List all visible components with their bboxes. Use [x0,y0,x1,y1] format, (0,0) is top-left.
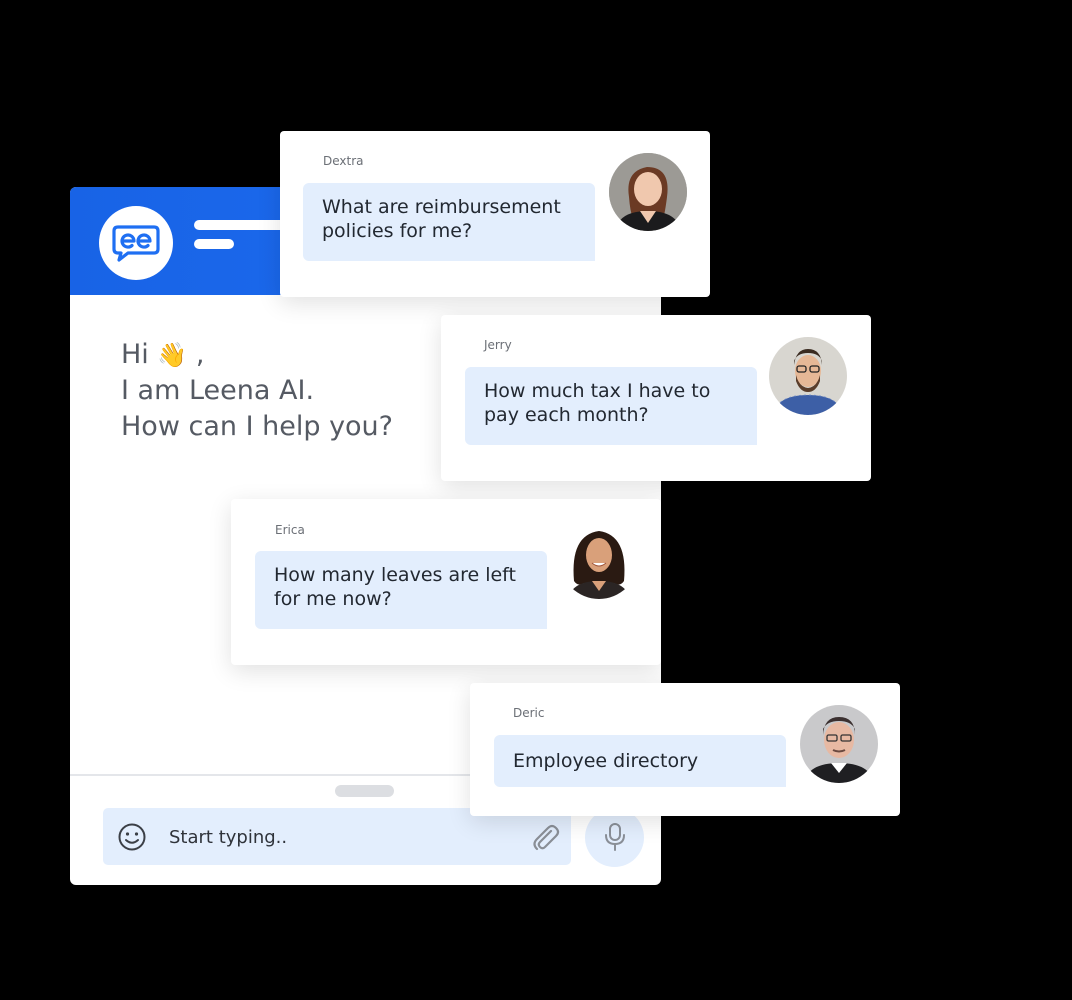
greeting-line-3: How can I help you? [121,411,394,442]
drag-handle[interactable] [335,785,394,797]
avatar-erica [560,521,638,599]
sender-name: Dextra [323,154,364,168]
header-title-placeholder [194,220,294,230]
message-bubble: How many leaves are left for me now? [255,551,547,629]
message-card-dextra: Dextra What are reimbursement policies f… [280,131,710,297]
avatar-dextra [609,153,687,231]
leena-ai-chat-logo-icon [112,225,160,262]
header-subtitle-placeholder [194,239,234,249]
avatar-jerry [769,337,847,415]
greeting-line-1: Hi 👋 , [121,337,393,373]
message-bubble: What are reimbursement policies for me? [303,183,595,261]
message-input[interactable] [167,818,511,856]
sender-name: Deric [513,706,545,720]
avatar-deric [800,705,878,783]
greeting-message: Hi 👋 , I am Leena AI. How can I help you… [121,337,393,445]
waving-hand-emoji: 👋 [157,341,188,369]
paperclip-icon[interactable] [529,821,561,853]
greeting-comma: , [195,339,205,370]
greeting-line-2: I am Leena AI. [121,375,315,406]
microphone-button[interactable] [585,808,644,867]
greeting-hi: Hi [121,339,149,370]
sender-name: Erica [275,523,305,537]
brand-logo [99,206,173,280]
message-bubble: Employee directory [494,735,786,787]
sender-name: Jerry [484,338,512,352]
message-card-erica: Erica How many leaves are left for me no… [231,499,661,665]
smiley-icon[interactable] [117,822,147,852]
message-card-jerry: Jerry How much tax I have to pay each mo… [441,315,871,481]
message-bubble: How much tax I have to pay each month? [465,367,757,445]
microphone-icon [605,823,625,851]
message-input-bar [103,808,571,865]
message-card-deric: Deric Employee directory [470,683,900,816]
